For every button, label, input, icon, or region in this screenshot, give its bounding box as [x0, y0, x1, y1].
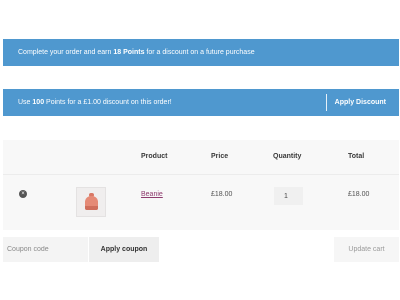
apply-coupon-button[interactable]: Apply coupon: [89, 237, 159, 262]
earn-prefix: Complete your order and earn: [18, 49, 114, 56]
earn-suffix: for a discount on a future purchase: [144, 49, 255, 56]
quantity-input[interactable]: [274, 187, 303, 205]
redeem-prefix: Use: [18, 99, 33, 106]
header-product: Product: [141, 153, 168, 160]
product-price: £18.00: [211, 191, 233, 198]
apply-discount-button[interactable]: Apply Discount: [325, 94, 399, 111]
coupon-code-input[interactable]: [3, 237, 88, 262]
header-quantity: Quantity: [273, 153, 302, 160]
redeem-suffix: Points for a £1.00 discount on this orde…: [44, 99, 172, 106]
header-total: Total: [348, 153, 365, 160]
product-name-link[interactable]: Beanie: [141, 191, 163, 198]
earn-points: 18 Points: [113, 49, 145, 56]
redeem-notice-text: Use 100 Points for a £1.00 discount on t…: [18, 99, 172, 106]
product-thumbnail[interactable]: [76, 187, 106, 217]
cart-table: Product Price Quantity Total × Beanie £1…: [3, 140, 399, 230]
points-redeem-notice: Use 100 Points for a £1.00 discount on t…: [3, 89, 399, 116]
remove-item-icon[interactable]: ×: [19, 190, 27, 198]
header-price: Price: [211, 153, 229, 160]
update-cart-button[interactable]: Update cart: [334, 237, 399, 262]
beanie-band-shape: [85, 206, 98, 210]
table-divider: [3, 174, 399, 175]
points-earn-notice: Complete your order and earn 18 Points f…: [3, 39, 399, 66]
redeem-points: 100: [32, 99, 45, 106]
product-total: £18.00: [348, 191, 370, 198]
earn-notice-text: Complete your order and earn 18 Points f…: [18, 49, 255, 56]
